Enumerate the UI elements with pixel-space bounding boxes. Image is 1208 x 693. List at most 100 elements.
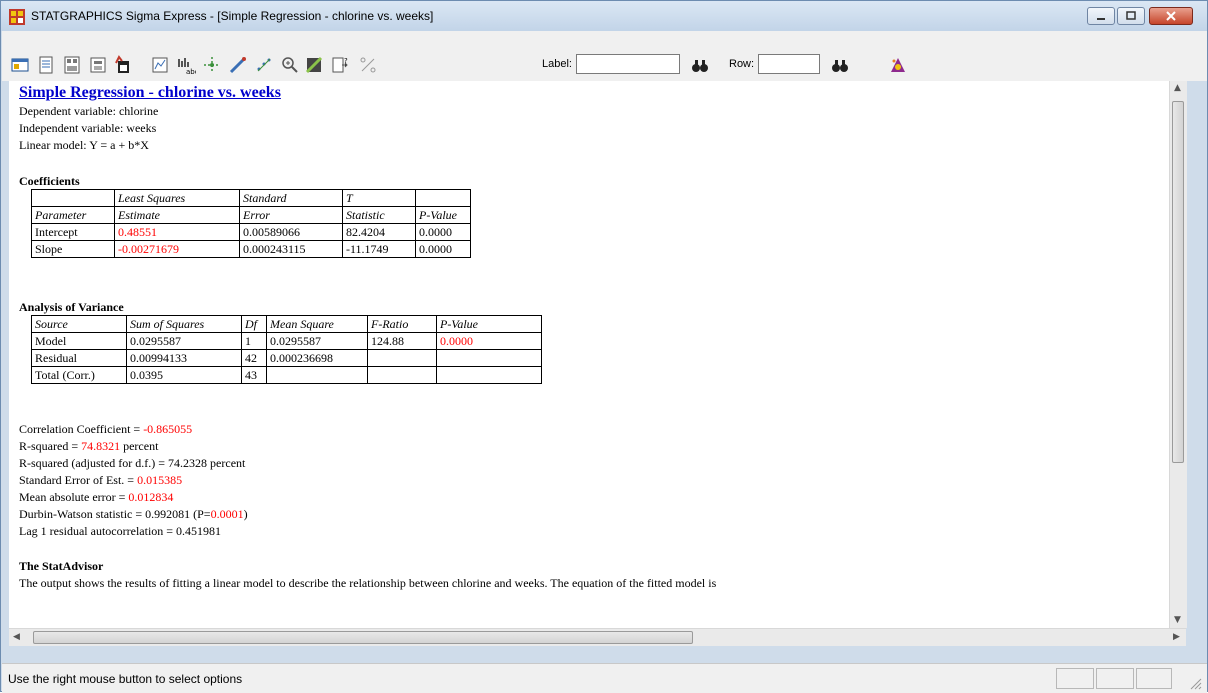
correlation-value: -0.865055 [143,422,193,436]
table-cell: 0.000236698 [266,349,368,367]
label-field[interactable] [576,54,680,74]
coef-header-cell: Statistic [342,206,416,224]
percent-icon[interactable] [358,55,378,75]
row-search-icon[interactable] [830,55,850,75]
table-cell: 0.0000 [415,223,471,241]
row-field[interactable] [758,54,820,74]
anova-title: Analysis of Variance [19,300,124,314]
table-row: Intercept 0.48551 0.00589066 82.4204 0.0… [31,223,471,241]
scroll-left-icon[interactable]: ◀ [13,632,20,642]
status-pane [1056,668,1094,689]
r-squared-adjusted-line: R-squared (adjusted for d.f.) = 74.2328 … [19,456,246,470]
statgraphics-logo-icon [9,9,25,25]
anova-header-cell: Sum of Squares [126,315,242,333]
stat-label: Durbin-Watson statistic = 0.992081 (P= [19,507,211,521]
durbin-watson-p-value: 0.0001 [210,507,244,521]
add-point-icon[interactable] [304,55,324,75]
dependent-variable-text: Dependent variable: chlorine [19,104,159,118]
report-heading[interactable]: Simple Regression - chlorine vs. weeks [19,84,281,102]
linear-model-text: Linear model: Y = a + b*X [19,138,149,152]
stat-label: Mean absolute error = [19,490,129,504]
statadvisor-icon[interactable] [888,55,908,75]
tables-icon[interactable] [36,55,56,75]
table-cell: Intercept [31,223,115,241]
toolbar: abc ? Label: Row: [2,31,1207,81]
table-cell: 0.00589066 [239,223,343,241]
table-cell: Total (Corr.) [31,366,127,384]
anova-header-cell: P-Value [436,315,542,333]
independent-variable-text: Independent variable: weeks [19,121,157,135]
anova-header-cell: Source [31,315,127,333]
status-text: Use the right mouse button to select opt… [8,672,243,686]
stat-label: R-squared = [19,439,82,453]
window-title: STATGRAPHICS Sigma Express - [Simple Reg… [31,9,434,23]
graphs-icon[interactable] [62,55,82,75]
r-squared-value: 74.8321 [81,439,121,453]
durbin-watson-line: Durbin-Watson statistic = 0.992081 (P=0.… [19,507,248,521]
mean-absolute-error-line: Mean absolute error = 0.012834 [19,490,173,504]
coef-header-cell: Least Squares [114,189,240,207]
coefficients-table: Least Squares Standard T Parameter Estim… [31,189,471,258]
table-row: Residual 0.00994133 42 0.000236698 [31,349,542,367]
table-cell: 0.000243115 [239,240,343,258]
close-button[interactable] [1149,7,1193,25]
anova-header-row: Source Sum of Squares Df Mean Square F-R… [31,315,542,333]
table-cell: -11.1749 [342,240,416,258]
zoom-icon[interactable] [280,55,300,75]
svg-text:?: ? [344,57,348,65]
filter-icon[interactable]: ? [330,55,350,75]
label-search-icon[interactable] [690,55,710,75]
statadvisor-title: The StatAdvisor [19,559,104,573]
scroll-right-icon[interactable]: ▶ [1173,632,1180,642]
minimize-button[interactable] [1087,7,1115,25]
table-cell [367,349,437,367]
table-cell: 0.0000 [436,332,542,350]
coefficients-title: Coefficients [19,174,80,188]
label-caption: Label: [542,58,572,70]
exclude-icon[interactable] [150,55,170,75]
table-cell: 0.0295587 [126,332,242,350]
anova-table: Source Sum of Squares Df Mean Square F-R… [31,315,542,384]
locate-icon[interactable] [228,55,248,75]
anova-header-cell: Df [241,315,267,333]
table-cell: -0.00271679 [114,240,240,258]
close-icon [1166,11,1176,21]
analysis-options-icon[interactable] [10,55,30,75]
app-window: STATGRAPHICS Sigma Express - [Simple Reg… [0,0,1208,693]
restore-button[interactable] [1117,7,1145,25]
table-row: Model 0.0295587 1 0.0295587 124.88 0.000… [31,332,542,350]
anova-header-cell: F-Ratio [367,315,437,333]
label-icon[interactable]: abc [176,55,196,75]
stat-suffix: ) [243,507,248,521]
table-cell [436,349,542,367]
table-cell: 0.00994133 [126,349,242,367]
horizontal-scrollbar[interactable]: ◀ ▶ [9,628,1186,646]
copy-icon[interactable] [112,55,132,75]
jitter-icon[interactable] [254,55,274,75]
horizontal-scroll-thumb[interactable] [33,631,693,644]
table-cell: Slope [31,240,115,258]
standard-error-value: 0.015385 [137,473,183,487]
table-cell: Model [31,332,127,350]
stat-suffix: percent [120,439,159,453]
vertical-scroll-thumb[interactable] [1172,101,1184,463]
scroll-down-icon[interactable]: ▼ [1174,615,1181,625]
status-bar: Use the right mouse button to select opt… [2,663,1207,693]
coef-header-cell [31,189,115,207]
coefficients-header-row: Parameter Estimate Error Statistic P-Val… [31,206,471,224]
restore-icon [1126,11,1136,20]
save-results-icon[interactable] [88,55,108,75]
brush-icon[interactable] [202,55,222,75]
correlation-line: Correlation Coefficient = -0.865055 [19,422,192,436]
svg-text:abc: abc [186,68,196,75]
resize-grip-icon[interactable] [1188,676,1202,690]
vertical-scrollbar[interactable]: ▲ ▼ [1169,81,1187,628]
table-cell [266,366,368,384]
row-caption: Row: [729,58,755,70]
table-cell: 0.0000 [415,240,471,258]
lag-autocorrelation-line: Lag 1 residual autocorrelation = 0.45198… [19,524,222,538]
scroll-up-icon[interactable]: ▲ [1174,83,1181,93]
coefficients-header-row: Least Squares Standard T [31,189,471,207]
status-pane [1136,668,1172,689]
table-cell: 1 [241,332,267,350]
